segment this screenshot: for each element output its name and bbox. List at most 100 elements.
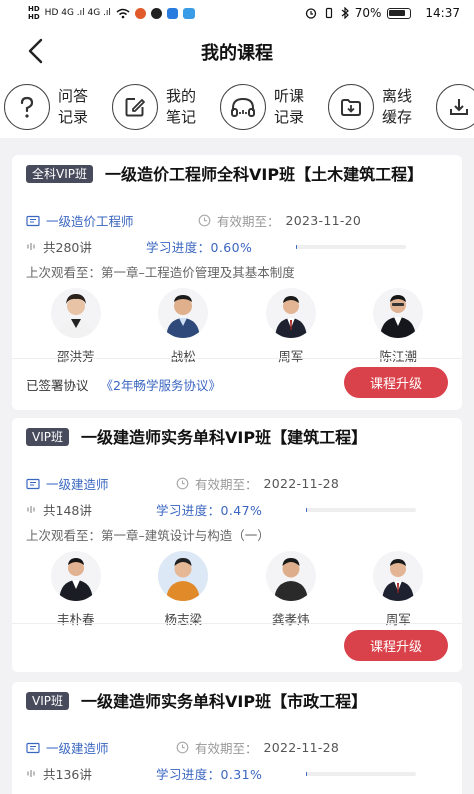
progress-label: 学习进度： <box>156 767 221 782</box>
agreement-link[interactable]: 《2年畅学服务协议》 <box>101 378 221 393</box>
avatar <box>373 288 424 338</box>
teacher-name: 陈江潮 <box>379 349 417 364</box>
download-icon <box>328 84 374 130</box>
qq-icon <box>150 7 162 19</box>
course-meta: 一级建造师 有效期至： 2022-11-28 <box>26 474 448 493</box>
signal-icon: HD HD <box>28 5 40 21</box>
avatar <box>158 551 209 601</box>
course-progress-row: 共136讲 学习进度：0.31% <box>26 764 448 783</box>
clock: 14:37 <box>425 6 460 20</box>
lesson-count: 共136讲 <box>26 764 156 783</box>
bluetooth-icon <box>341 7 349 19</box>
teacher[interactable]: 杨志梁 <box>143 551 223 628</box>
tool-listen-records[interactable]: 听课 记录 <box>220 84 314 130</box>
lesson-count-text: 共136讲 <box>43 767 92 782</box>
upgrade-button[interactable]: 课程升级 <box>344 367 448 398</box>
last-watched[interactable]: 上次观看至：第一章–建筑设计与构造（一） <box>26 525 448 544</box>
course-card[interactable]: VIP班 一级建造师实务单科VIP班【市政工程】 一级建造师 有效期至： 2022-… <box>12 682 462 794</box>
book-icon <box>26 215 40 226</box>
note-icon <box>112 84 158 130</box>
course-meta: 一级建造师 有效期至： 2022-11-28 <box>26 738 448 757</box>
progress-bar <box>306 771 416 776</box>
status-bar: HD HD HD 4G .ıl 4G .ıl 70% 14:37 <box>0 0 474 26</box>
teacher[interactable]: 周军 <box>251 288 331 365</box>
teacher-name: 邵洪芳 <box>56 349 95 364</box>
tool-offline-cache[interactable]: 离线 缓存 <box>328 84 422 130</box>
book-icon <box>26 742 40 753</box>
course-category: 一级建造师 <box>26 474 198 493</box>
progress-bar-fill <box>306 771 308 776</box>
course-title: 一级造价工程师全科VIP班【土木建筑工程】 <box>105 165 424 184</box>
divider <box>12 623 462 624</box>
teacher-name: 周军 <box>278 349 304 364</box>
audio-icon <box>27 506 35 513</box>
teacher-name: 杨志梁 <box>164 612 202 627</box>
category-text: 一级造价工程师 <box>46 214 134 229</box>
tool-label: 问答 记录 <box>58 87 89 126</box>
course-card[interactable]: VIP班 一级建造师实务单科VIP班【建筑工程】 一级建造师 有效期至： 2022-… <box>12 418 462 672</box>
header: 我的课程 <box>0 26 474 76</box>
question-icon <box>4 84 50 130</box>
expiry-date: 2022-11-28 <box>263 476 340 491</box>
teacher[interactable]: 周军 <box>358 551 438 628</box>
course-card[interactable]: 全科VIP班 一级造价工程师全科VIP班【土木建筑工程】 一级造价工程师 有效期至… <box>12 155 462 410</box>
avatar <box>158 288 209 338</box>
teacher[interactable]: 邵洪芳 <box>36 288 116 365</box>
class-badge: VIP班 <box>26 428 69 446</box>
clock-icon <box>198 214 211 227</box>
book-icon <box>26 478 40 489</box>
teacher[interactable]: 丰朴春 <box>36 551 116 628</box>
teacher-list: 丰朴春 杨志梁 龚孝炜 周军 <box>12 551 462 628</box>
progress-label: 学习进度： <box>156 503 221 518</box>
progress-bar <box>306 507 416 512</box>
status-right: 70% 14:37 <box>305 6 460 20</box>
lesson-count-text: 共148讲 <box>43 503 92 518</box>
last-watched-label: 上次观看至： <box>26 265 102 280</box>
page-title: 我的课程 <box>201 43 273 64</box>
teacher-name: 周军 <box>385 612 411 627</box>
progress-bar-fill <box>296 244 298 249</box>
app-notification-icon <box>134 7 146 19</box>
progress-text: 学习进度：0.60% <box>146 237 296 256</box>
progress-bar <box>296 244 406 249</box>
tool-label: 听课 记录 <box>274 87 305 126</box>
teacher[interactable]: 战松 <box>143 288 223 365</box>
clock-icon <box>176 477 189 490</box>
progress-value: 0.60% <box>210 240 253 255</box>
teacher[interactable]: 龚孝炜 <box>251 551 331 628</box>
vibrate-icon <box>325 7 332 19</box>
progress-value: 0.47% <box>220 503 263 518</box>
course-progress-row: 共280讲 学习进度：0.60% <box>26 237 448 256</box>
teacher-name: 战松 <box>170 349 196 364</box>
lesson-count: 共148讲 <box>26 500 156 519</box>
progress-text: 学习进度：0.31% <box>156 764 306 783</box>
course-title-row: VIP班 一级建造师实务单科VIP班【建筑工程】 <box>12 418 462 450</box>
agreement-row: 已签署协议 《2年畅学服务协议》 <box>26 375 221 394</box>
tools-row: 问答 记录 我的 笔记 听课 记录 离线 缓存 <box>0 76 474 138</box>
course-title-row: 全科VIP班 一级造价工程师全科VIP班【土木建筑工程】 <box>12 155 462 187</box>
avatar <box>265 288 316 338</box>
tool-label: 我的 笔记 <box>166 87 197 126</box>
teacher[interactable]: 陈江潮 <box>358 288 438 365</box>
teacher-name: 丰朴春 <box>56 612 95 627</box>
upgrade-button[interactable]: 课程升级 <box>344 630 448 661</box>
category-text: 一级建造师 <box>46 477 109 492</box>
tool-qa-records[interactable]: 问答 记录 <box>4 84 98 130</box>
tool-my-notes[interactable]: 我的 笔记 <box>112 84 206 130</box>
course-category: 一级建造师 <box>26 738 198 757</box>
tool-more[interactable] <box>436 84 474 130</box>
progress-bar-fill <box>306 507 308 512</box>
expiry-date: 2023-11-20 <box>285 213 362 228</box>
class-badge: 全科VIP班 <box>26 165 93 183</box>
last-watched-chapter: 第一章–工程造价管理及其基本制度 <box>101 265 295 280</box>
course-title-row: VIP班 一级建造师实务单科VIP班【市政工程】 <box>12 682 462 714</box>
expiry-label: 有效期至： <box>195 741 258 756</box>
category-text: 一级建造师 <box>46 741 109 756</box>
expiry-date: 2022-11-28 <box>263 740 340 755</box>
cloud-icon <box>182 7 195 19</box>
status-left: HD HD HD 4G .ıl 4G .ıl <box>28 5 195 21</box>
avatar <box>50 288 101 338</box>
course-title: 一级建造师实务单科VIP班【市政工程】 <box>81 692 368 711</box>
progress-value: 0.31% <box>220 767 263 782</box>
last-watched[interactable]: 上次观看至：第一章–工程造价管理及其基本制度 <box>26 262 448 281</box>
